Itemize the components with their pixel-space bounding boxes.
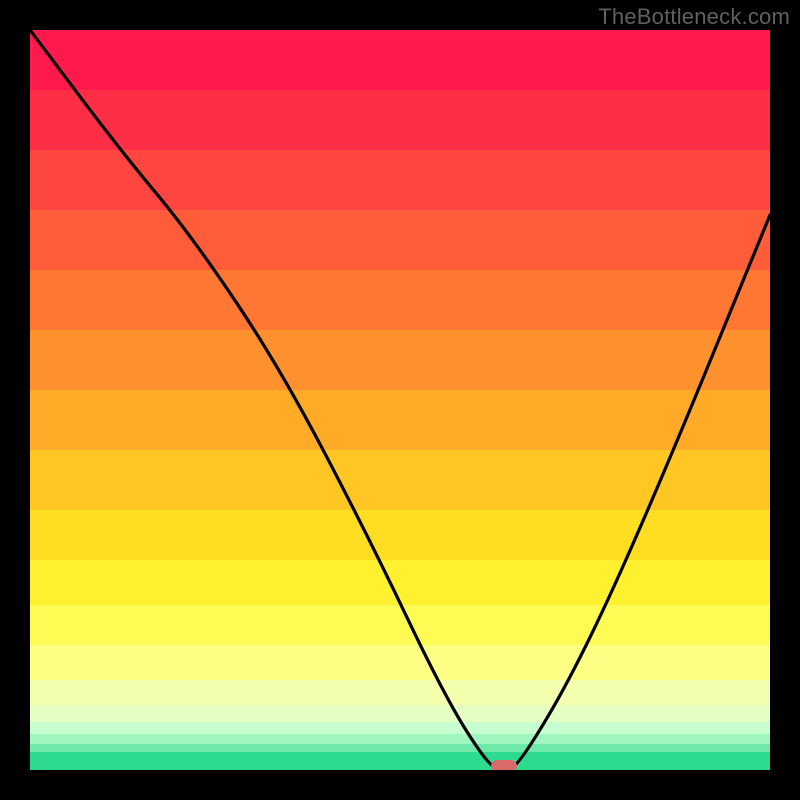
plot-area — [30, 30, 770, 770]
optimal-point-marker — [491, 760, 517, 770]
bottleneck-curve — [30, 30, 770, 770]
chart-frame: TheBottleneck.com — [0, 0, 800, 800]
watermark-text: TheBottleneck.com — [598, 4, 790, 30]
